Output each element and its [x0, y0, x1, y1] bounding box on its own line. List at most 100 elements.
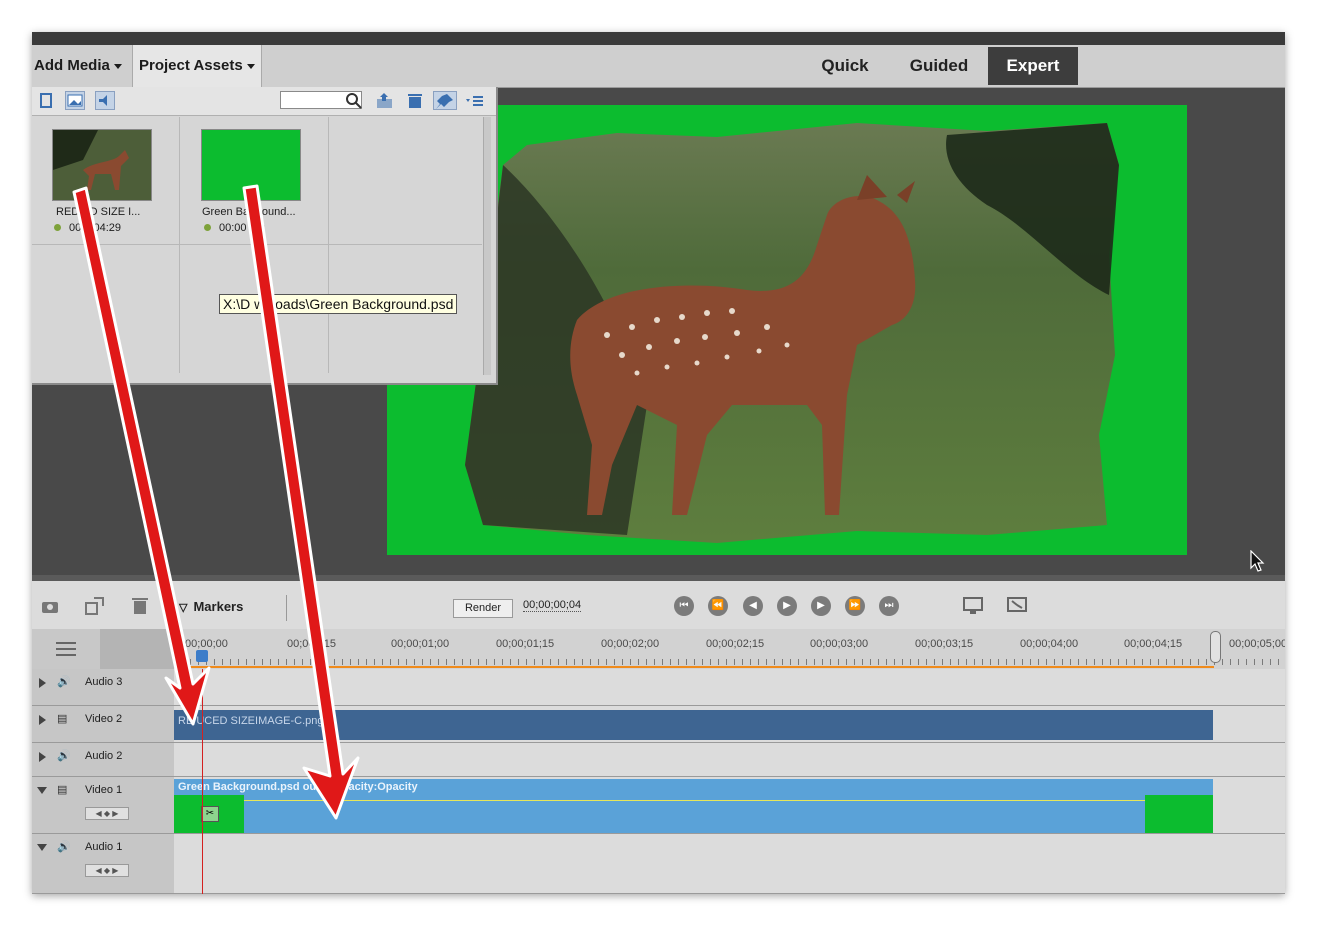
grid-divider — [32, 244, 482, 245]
tab-guided[interactable]: Guided — [900, 47, 978, 85]
video-clip-green[interactable]: Green Background.psd ound:Opacity:Opacit… — [174, 779, 1213, 833]
keyframe-navigator[interactable]: ◀ ◆ ▶ — [85, 807, 129, 820]
rewind-icon[interactable]: ⏪ — [708, 596, 728, 616]
work-area-bar[interactable] — [174, 666, 1214, 668]
film-icon[interactable] — [36, 91, 56, 110]
timeline-tracks: 🔊 Audio 3 ▤ Video 2 RE UCED SIZEIMAGE-C.… — [32, 669, 1285, 894]
ruler-label: 00;00;02;15 — [706, 638, 765, 650]
expand-icon[interactable] — [39, 752, 46, 762]
speaker-icon[interactable]: 🔊 — [57, 675, 73, 689]
ruler-label: 00;00;05;00 — [1229, 638, 1285, 650]
video-clip[interactable]: RE UCED SIZEIMAGE-C.png — [174, 710, 1213, 740]
project-assets-panel: RED ED SIZE I... 00 0:04:29 Green Ba gro… — [32, 87, 498, 385]
assets-scrollbar[interactable] — [483, 117, 491, 375]
asset-name: Green Ba ground... — [202, 206, 296, 218]
ruler-label: 00;00;02;00 — [601, 638, 660, 650]
trash-icon[interactable] — [129, 595, 151, 617]
asset-thumbnail-green[interactable] — [201, 129, 301, 201]
ruler-label: 00;00;04;00 — [1020, 638, 1079, 650]
track-header-audio-1: 🔊 Audio 1 ◀ ◆ ▶ — [32, 834, 174, 894]
ruler-label: 00;00;03;00 — [810, 638, 869, 650]
ruler-label: ;00;00;00 — [182, 638, 228, 650]
expand-icon[interactable] — [39, 715, 46, 725]
markers-menu[interactable]: ▽ Markers — [179, 599, 243, 614]
chevron-down-icon — [113, 63, 122, 69]
track-video-1[interactable]: Green Background.psd ound:Opacity:Opacit… — [174, 777, 1285, 834]
asset-thumbnail-deer[interactable] — [52, 129, 152, 201]
ruler-label: 00;00;03;15 — [915, 638, 974, 650]
fast-forward-icon[interactable]: ⏩ — [845, 596, 865, 616]
rotate-icon[interactable] — [84, 595, 106, 617]
search-icon[interactable] — [344, 91, 364, 110]
keyframe-navigator[interactable]: ◀ ◆ ▶ — [85, 864, 129, 877]
ruler-label: 00;00; ;15 — [287, 638, 336, 650]
image-icon[interactable] — [65, 91, 85, 110]
timecode-display[interactable]: 00;00;00;04 — [523, 599, 582, 612]
asset-name: RED ED SIZE I... — [56, 206, 141, 218]
opacity-line[interactable] — [174, 800, 1213, 801]
chevron-down-icon — [246, 63, 255, 69]
assets-toolbar — [32, 87, 496, 116]
time-ruler[interactable]: ;00;00;00 00;00; ;15 00;00;01;00 00;00;01;1… — [32, 629, 1285, 669]
clip-thumbnail-end — [1145, 795, 1213, 833]
audio-icon[interactable] — [95, 91, 115, 110]
file-path-tooltip: X:\D wnloads\Green Background.psd — [219, 294, 458, 314]
step-forward-icon[interactable]: ▶ — [811, 596, 831, 616]
track-video-2[interactable]: RE UCED SIZEIMAGE-C.png — [174, 706, 1285, 743]
track-audio-2[interactable] — [174, 743, 1285, 777]
ruler-label: 00;00;01;15 — [496, 638, 555, 650]
fullscreen-icon[interactable] — [1006, 595, 1028, 617]
grid-divider — [328, 117, 329, 373]
asset-duration: 00 0:04:29 — [54, 222, 121, 234]
track-options-icon[interactable] — [32, 629, 100, 669]
title-bar — [32, 32, 1285, 45]
film-icon[interactable]: ▤ — [57, 783, 73, 797]
film-icon[interactable]: ▤ — [57, 712, 73, 726]
track-audio-3[interactable] — [174, 669, 1285, 706]
track-audio-1[interactable] — [174, 834, 1285, 894]
status-dot — [54, 224, 61, 231]
preview-monitor[interactable] — [387, 105, 1187, 555]
top-toolbar: Add Media Project Assets Quick Guided Ex… — [32, 45, 1285, 88]
speaker-icon[interactable]: 🔊 — [57, 840, 73, 854]
collapse-icon[interactable] — [37, 787, 47, 794]
list-menu-icon[interactable] — [465, 91, 487, 110]
ruler-label: 00;00;01;00 — [391, 638, 450, 650]
speaker-icon[interactable]: 🔊 — [57, 749, 73, 763]
divider — [286, 595, 287, 621]
tab-quick[interactable]: Quick — [808, 47, 882, 85]
playhead-handle[interactable] — [196, 650, 208, 662]
play-icon[interactable]: ▶ — [777, 596, 797, 616]
marker-icon: ▽ — [179, 602, 188, 614]
camera-icon[interactable] — [40, 595, 62, 617]
pin-icon[interactable] — [433, 91, 457, 110]
playhead-line[interactable] — [202, 669, 203, 894]
app-window: Add Media Project Assets Quick Guided Ex… — [32, 32, 1285, 894]
track-header-video-2: ▤ Video 2 — [32, 706, 174, 743]
collapse-icon[interactable] — [37, 844, 47, 851]
asset-duration: 00:00 :29 — [204, 222, 265, 234]
deer-photo — [465, 123, 1119, 543]
project-assets-menu[interactable]: Project Assets — [132, 45, 262, 87]
cursor-icon — [1250, 549, 1266, 572]
track-header-video-1: ▤ Video 1 ◀ ◆ ▶ — [32, 777, 174, 834]
grid-divider — [179, 117, 180, 373]
audio-waveform-icon[interactable] — [100, 629, 174, 669]
expand-icon[interactable] — [39, 678, 46, 688]
go-to-end-icon[interactable]: ⏭ — [879, 596, 899, 616]
go-to-start-icon[interactable]: ⏮ — [674, 596, 694, 616]
status-dot — [204, 224, 211, 231]
step-back-icon[interactable]: ◀ — [743, 596, 763, 616]
trash-icon[interactable] — [405, 91, 425, 110]
ruler-ticks — [174, 659, 1285, 665]
monitor-settings-icon[interactable] — [962, 595, 984, 617]
end-marker[interactable] — [1210, 631, 1221, 663]
folder-up-icon[interactable] — [375, 91, 395, 110]
tab-expert[interactable]: Expert — [988, 47, 1078, 85]
render-button[interactable]: Render — [453, 599, 513, 618]
track-header-audio-2: 🔊 Audio 2 — [32, 743, 174, 777]
ruler-label: 00;00;04;15 — [1124, 638, 1183, 650]
track-header-audio-3: 🔊 Audio 3 — [32, 669, 174, 706]
add-media-menu[interactable]: Add Media — [34, 45, 122, 87]
scissors-icon[interactable]: ✂ — [201, 806, 219, 822]
